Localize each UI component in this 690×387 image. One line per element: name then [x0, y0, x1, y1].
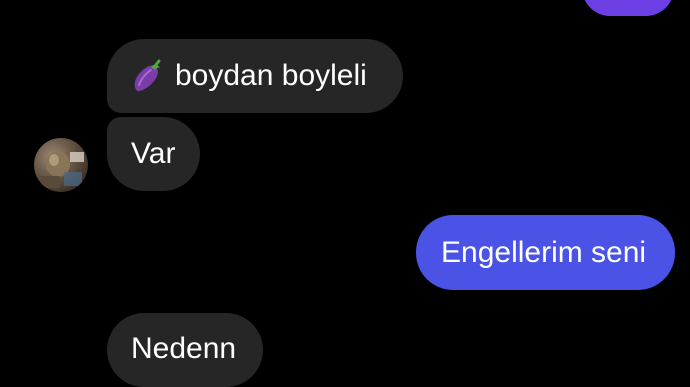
message-text: boydan boyleli: [175, 59, 367, 92]
incoming-message-bubble[interactable]: boydan boyleli: [107, 39, 403, 113]
avatar-photo: [40, 151, 84, 188]
contact-avatar[interactable]: [34, 138, 88, 192]
message-text: Engellerim seni: [441, 236, 647, 269]
message-text: Var: [131, 137, 176, 170]
message-text: Nedenn: [131, 332, 237, 365]
outgoing-message-bubble[interactable]: Engellerim seni: [416, 215, 675, 290]
incoming-message-bubble[interactable]: Var: [107, 117, 200, 191]
eggplant-icon: [134, 59, 161, 92]
incoming-message-bubble[interactable]: Nedenn: [107, 313, 263, 387]
outgoing-message-bubble-partial[interactable]: [582, 0, 674, 16]
